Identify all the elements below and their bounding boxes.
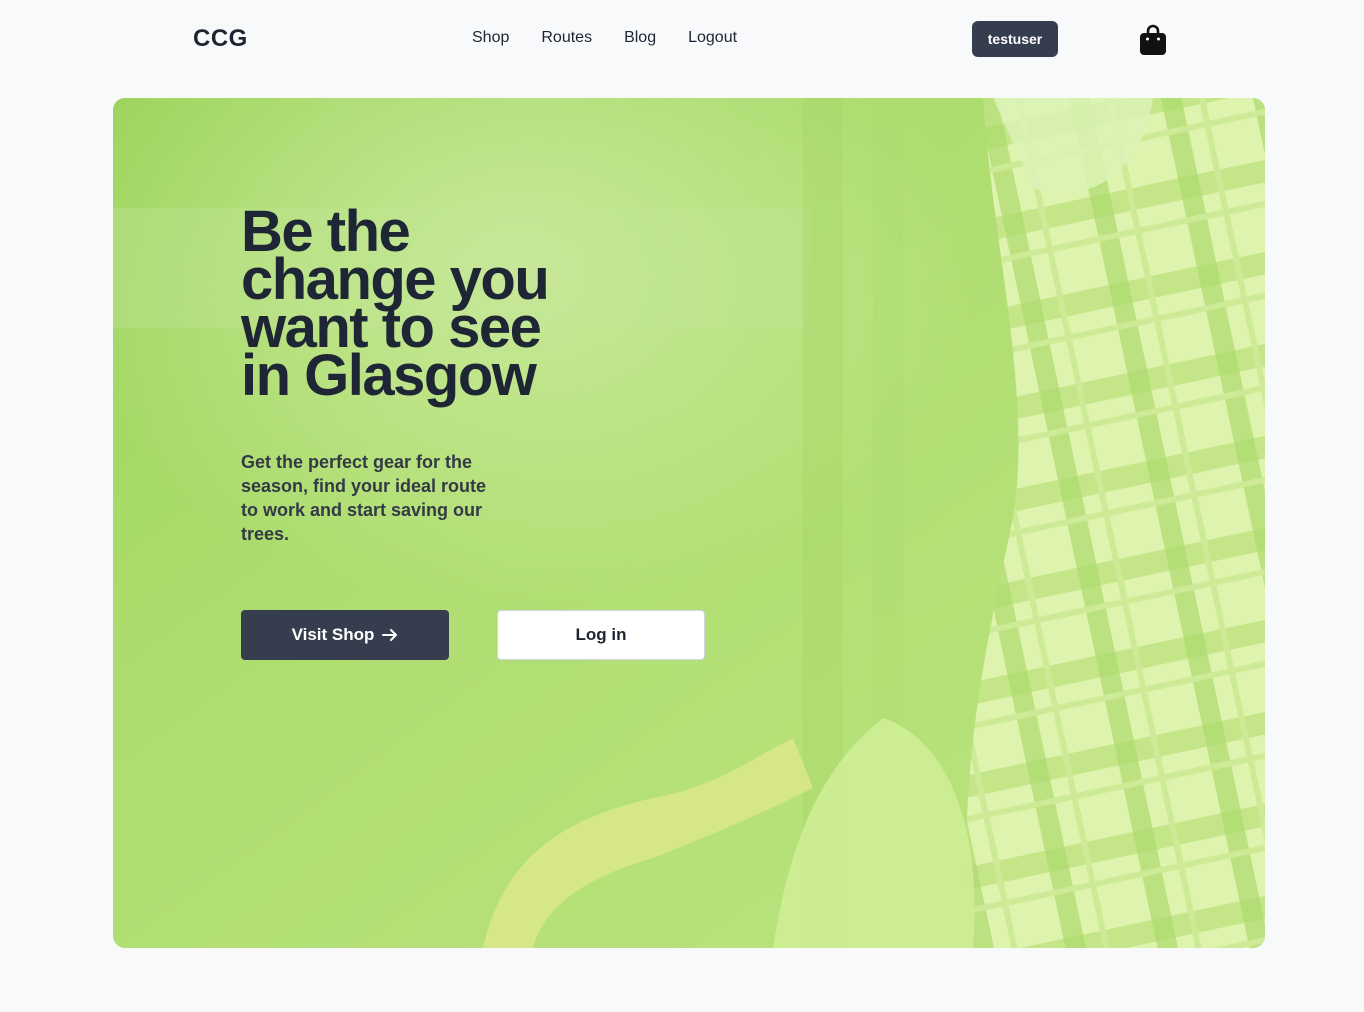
nav-links: Shop Routes Blog Logout (472, 29, 737, 47)
navbar: CCG Shop Routes Blog Logout testuser (0, 0, 1364, 80)
shopping-bag-icon[interactable] (1139, 24, 1167, 56)
nav-link-logout[interactable]: Logout (688, 29, 737, 47)
hero-subtitle: Get the perfect gear for the season, fin… (241, 452, 487, 544)
user-badge[interactable]: testuser (972, 21, 1058, 57)
nav-link-shop[interactable]: Shop (472, 29, 509, 47)
visit-shop-label: Visit Shop (291, 625, 375, 644)
visit-shop-button[interactable]: Visit Shop (241, 610, 449, 660)
nav-link-blog[interactable]: Blog (624, 29, 656, 47)
hero-banner: Be the change you want to see in Glasgow… (113, 98, 1265, 948)
nav-link-routes[interactable]: Routes (541, 29, 592, 47)
log-in-label: Log in (575, 625, 627, 644)
logo[interactable]: CCG (193, 25, 248, 53)
log-in-button[interactable]: Log in (497, 610, 705, 660)
arrow-right-icon (382, 629, 398, 641)
hero-title: Be the change you want to see in Glasgow (241, 199, 550, 408)
